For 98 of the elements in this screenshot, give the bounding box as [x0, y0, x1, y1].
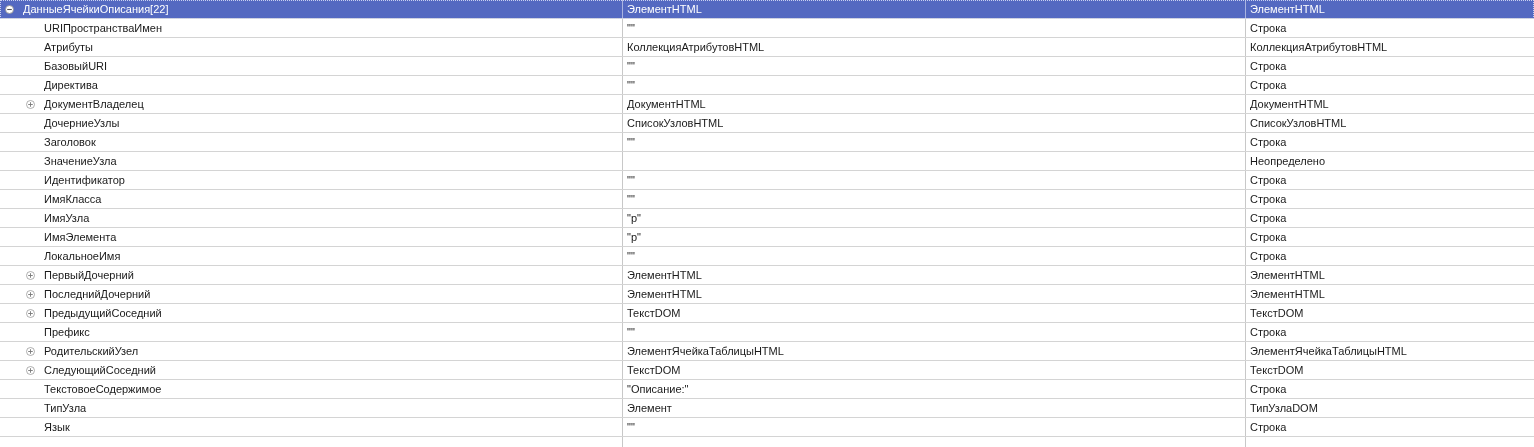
- tree-row[interactable]: РодительскийУзел ЭлементЯчейкаТаблицыHTML ЭлементЯчейкаТаблицыHTML: [0, 342, 1534, 361]
- property-type: Строка: [1250, 383, 1287, 395]
- property-value: "": [627, 250, 635, 262]
- property-type: ЭлементHTML: [1250, 269, 1325, 281]
- property-name: Язык: [44, 421, 70, 433]
- property-value: "": [627, 326, 635, 338]
- property-name: Атрибуты: [44, 41, 93, 53]
- tree-row[interactable]: Префикс "" Строка: [0, 323, 1534, 342]
- property-value: СписокУзловHTML: [627, 117, 724, 129]
- expand-icon[interactable]: [26, 99, 35, 109]
- tree-row[interactable]: Атрибуты КоллекцияАтрибутовHTML КоллекцияАтрибутовHTML: [0, 38, 1534, 57]
- tree-row[interactable]: ИмяКласса "" Строка: [0, 190, 1534, 209]
- property-name: ПервыйДочерний: [44, 269, 134, 281]
- property-name: ПредыдущийСоседний: [44, 307, 162, 319]
- property-name: ТекстовоеСодержимое: [44, 383, 162, 395]
- tree-row[interactable]: ПервыйДочерний ЭлементHTML ЭлементHTML: [0, 266, 1534, 285]
- property-value: "": [627, 174, 635, 186]
- tree-row[interactable]: СледующийСоседний ТекстDOM ТекстDOM: [0, 361, 1534, 380]
- property-name: ИмяУзла: [44, 212, 90, 224]
- property-value: "": [627, 421, 635, 433]
- tree-row[interactable]: ДочерниеУзлы СписокУзловHTML СписокУзловHTML: [0, 114, 1534, 133]
- property-value: Элемент: [627, 402, 672, 414]
- tree-row[interactable]: ТекстовоеСодержимое "Описание:" Строка: [0, 380, 1534, 399]
- expand-icon[interactable]: [26, 346, 35, 356]
- property-name: ПоследнийДочерний: [44, 288, 151, 300]
- collapse-icon[interactable]: [5, 4, 14, 14]
- property-value: "": [627, 60, 635, 72]
- property-type: Строка: [1250, 326, 1287, 338]
- property-value: ДокументHTML: [627, 98, 706, 110]
- property-value: ЭлементHTML: [627, 288, 702, 300]
- property-value: "Описание:": [627, 383, 689, 395]
- property-type: Строка: [1250, 79, 1287, 91]
- tree-row[interactable]: ИмяУзла "p" Строка: [0, 209, 1534, 228]
- tree-row[interactable]: ЗначениеУзла Неопределено: [0, 152, 1534, 171]
- property-name: СледующийСоседний: [44, 364, 156, 376]
- expand-icon[interactable]: [26, 289, 35, 299]
- property-name: ДочерниеУзлы: [44, 117, 120, 129]
- property-type: Строка: [1250, 136, 1287, 148]
- tree-row[interactable]: ПредыдущийСоседний ТекстDOM ТекстDOM: [0, 304, 1534, 323]
- tree-row[interactable]: ДокументВладелец ДокументHTML ДокументHTML: [0, 95, 1534, 114]
- property-value: ЭлементHTML: [627, 3, 702, 15]
- property-type: ТекстDOM: [1250, 307, 1304, 319]
- property-value: "p": [627, 212, 641, 224]
- property-type: СписокУзловHTML: [1250, 117, 1347, 129]
- tree-row[interactable]: URIПространстваИмен "" Строка: [0, 19, 1534, 38]
- tree-row[interactable]: ТипУзла Элемент ТипУзлаDOM: [0, 399, 1534, 418]
- tree-row[interactable]: ЛокальноеИмя "" Строка: [0, 247, 1534, 266]
- property-name: РодительскийУзел: [44, 345, 139, 357]
- property-name: ДокументВладелец: [44, 98, 144, 110]
- property-value: "p": [627, 231, 641, 243]
- tree-row[interactable]: ПоследнийДочерний ЭлементHTML ЭлементHTML: [0, 285, 1534, 304]
- property-type: ЭлементHTML: [1250, 3, 1325, 15]
- property-type: ТекстDOM: [1250, 364, 1304, 376]
- property-name: Заголовок: [44, 136, 96, 148]
- property-type: Строка: [1250, 22, 1287, 34]
- property-type: Строка: [1250, 174, 1287, 186]
- property-name: ТипУзла: [44, 402, 87, 414]
- tree-row[interactable]: Идентификатор "" Строка: [0, 171, 1534, 190]
- expand-icon[interactable]: [26, 270, 35, 280]
- property-name: URIПространстваИмен: [44, 22, 162, 34]
- tree-row[interactable]: Заголовок "" Строка: [0, 133, 1534, 152]
- property-type: Строка: [1250, 60, 1287, 72]
- property-type: Неопределено: [1250, 155, 1326, 167]
- property-name: ИмяКласса: [44, 193, 102, 205]
- property-type: КоллекцияАтрибутовHTML: [1250, 41, 1388, 53]
- property-type: ДокументHTML: [1250, 98, 1329, 110]
- property-name: ИмяЭлемента: [44, 231, 117, 243]
- expand-icon[interactable]: [26, 308, 35, 318]
- property-name: ЗначениеУзла: [44, 155, 117, 167]
- property-name: ДанныеЯчейкиОписания[22]: [23, 3, 169, 15]
- property-type: ЭлементЯчейкаТаблицыHTML: [1250, 345, 1407, 357]
- tree-row[interactable]: Язык "" Строка: [0, 418, 1534, 437]
- property-name: Идентификатор: [44, 174, 125, 186]
- property-value: "": [627, 136, 635, 148]
- property-type: Строка: [1250, 212, 1287, 224]
- expand-icon[interactable]: [26, 365, 35, 375]
- property-type: Строка: [1250, 193, 1287, 205]
- property-value: ТекстDOM: [627, 307, 681, 319]
- property-name: ЛокальноеИмя: [44, 250, 121, 262]
- property-type: ЭлементHTML: [1250, 288, 1325, 300]
- property-type: ТипУзлаDOM: [1250, 402, 1318, 414]
- property-value: "": [627, 22, 635, 34]
- tree-row[interactable]: БазовыйURI "" Строка: [0, 57, 1534, 76]
- property-name: Префикс: [44, 326, 90, 338]
- property-type: Строка: [1250, 421, 1287, 433]
- property-value: ЭлементЯчейкаТаблицыHTML: [627, 345, 784, 357]
- property-name: БазовыйURI: [44, 60, 108, 72]
- tree-row[interactable]: ДанныеЯчейкиОписания[22] ЭлементHTML ЭлементHTML: [0, 0, 1534, 19]
- property-value: ЭлементHTML: [627, 269, 702, 281]
- property-value: "": [627, 79, 635, 91]
- property-value: КоллекцияАтрибутовHTML: [627, 41, 765, 53]
- tree-row[interactable]: Директива "" Строка: [0, 76, 1534, 95]
- property-type: Строка: [1250, 231, 1287, 243]
- property-value: ТекстDOM: [627, 364, 681, 376]
- property-name: Директива: [44, 79, 98, 91]
- property-type: Строка: [1250, 250, 1287, 262]
- property-value: "": [627, 193, 635, 205]
- tree-row[interactable]: ИмяЭлемента "p" Строка: [0, 228, 1534, 247]
